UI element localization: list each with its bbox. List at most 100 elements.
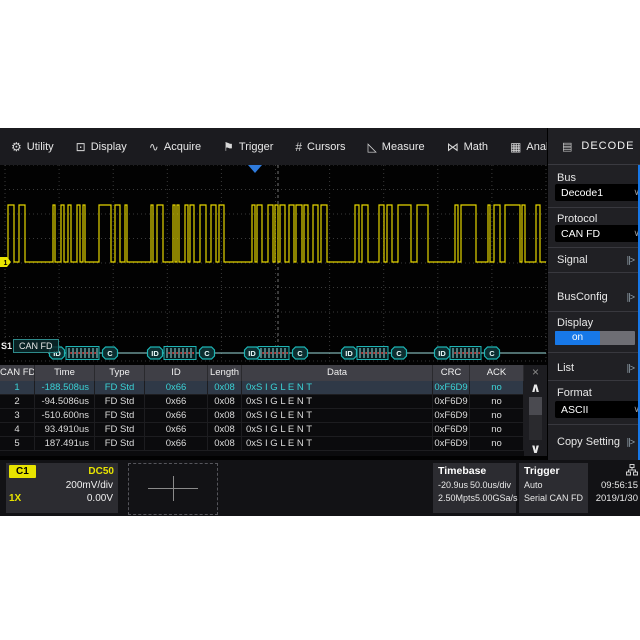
display-toggle[interactable]: on bbox=[555, 331, 635, 345]
math-icon: ⋈ bbox=[447, 140, 459, 154]
decode-crc-badge-label: C bbox=[396, 349, 402, 358]
timebase-scale: 50.0us/div bbox=[470, 480, 511, 490]
menu-item-math[interactable]: ⋈Math bbox=[436, 128, 499, 165]
scrollbar-track[interactable] bbox=[529, 397, 542, 440]
cursors-icon: # bbox=[295, 140, 302, 154]
channel1-marker-label: 1 bbox=[4, 260, 8, 267]
channel1-badge[interactable]: C1 bbox=[9, 465, 36, 478]
cell-data: 0xS I G L E N T bbox=[242, 381, 433, 395]
cell-data: 0xS I G L E N T bbox=[242, 423, 433, 437]
display-icon: ⊡ bbox=[76, 140, 86, 154]
timebase-title: Timebase bbox=[438, 465, 511, 477]
decode-id-badge-label: ID bbox=[248, 349, 256, 358]
trigger-mode: Auto bbox=[524, 480, 543, 490]
timebase-samplerate: 5.00GSa/s bbox=[475, 493, 518, 503]
menu-item-trigger[interactable]: ⚑Trigger bbox=[212, 128, 284, 165]
scroll-up-icon[interactable]: ∧ bbox=[530, 381, 541, 395]
cell-length: 0x08 bbox=[208, 381, 242, 395]
decode-icon: ▤ bbox=[562, 140, 572, 153]
divider bbox=[548, 272, 640, 273]
cell-crc: 0xF6D9 bbox=[433, 381, 470, 395]
menu-item-label: Display bbox=[91, 141, 127, 153]
cell-ack: no bbox=[470, 395, 524, 409]
menu-item-cursors[interactable]: #Cursors bbox=[284, 128, 356, 165]
timebase-panel[interactable]: Timebase -20.9us 50.0us/div 2.50Mpts 5.0… bbox=[433, 463, 516, 513]
table-scrollbar: × ∧ ∨ bbox=[524, 365, 547, 456]
decode-id-badge-label: ID bbox=[438, 349, 446, 358]
flag-icon: ⚑ bbox=[223, 140, 234, 154]
bus-select[interactable]: Decode1 ∨ bbox=[555, 184, 640, 201]
column-header-id: ID bbox=[145, 365, 208, 381]
cell-length: 0x08 bbox=[208, 395, 242, 409]
table-header-row: CAN FDTimeTypeIDLengthDataCRCACK bbox=[0, 365, 524, 381]
menu-bar: ⚙Utility ⊡ Display ∿Acquire⚑Trigger#Cursors… bbox=[0, 128, 640, 165]
cell-id: 0x66 bbox=[145, 423, 208, 437]
column-header-time: Time bbox=[35, 365, 95, 381]
menu-item-acquire[interactable]: ∿Acquire bbox=[138, 128, 212, 165]
column-header-crc: CRC bbox=[433, 365, 470, 381]
channel1-panel[interactable]: C1 DC50 200mV/div 1X 0.00V bbox=[6, 463, 118, 513]
cell-time: -94.5086us bbox=[35, 395, 95, 409]
menu-item-display[interactable]: ⊡ Display bbox=[65, 128, 138, 165]
network-icon[interactable] bbox=[592, 463, 638, 478]
divider bbox=[548, 247, 640, 248]
add-channel-button[interactable] bbox=[128, 463, 218, 515]
table-row[interactable]: 5187.491usFD Std0x660x080xS I G L E N T0… bbox=[0, 437, 524, 451]
bus-label: Bus bbox=[557, 172, 576, 184]
menu-item-measure[interactable]: ◺Measure bbox=[357, 128, 436, 165]
menu-item-utility[interactable]: ⚙Utility bbox=[0, 128, 65, 165]
cell-crc: 0xF6D9 bbox=[433, 409, 470, 423]
copy-setting-menu-item[interactable]: Copy Setting ∥> bbox=[557, 436, 634, 448]
trigger-type: Serial bbox=[524, 493, 547, 503]
cell-length: 0x08 bbox=[208, 409, 242, 423]
menu-item-label: Measure bbox=[382, 141, 425, 153]
protocol-label: Protocol bbox=[557, 213, 597, 225]
scrollbar-thumb[interactable] bbox=[529, 397, 542, 415]
signal-label: Signal bbox=[557, 254, 588, 266]
submenu-arrow-icon: ∥> bbox=[626, 437, 634, 448]
clock-panel: 09:56:15 2019/1/30 bbox=[592, 463, 638, 513]
list-menu-item[interactable]: List ∥> bbox=[557, 362, 634, 374]
cell-type: FD Std bbox=[95, 381, 145, 395]
trigger-panel[interactable]: Trigger Auto Serial CAN FD bbox=[519, 463, 588, 513]
cell-time: -188.508us bbox=[35, 381, 95, 395]
cell-ack: no bbox=[470, 437, 524, 451]
busconfig-menu-item[interactable]: BusConfig ∥> bbox=[557, 291, 634, 303]
analysis-icon: ▦ bbox=[510, 140, 521, 154]
trigger-delay-marker[interactable] bbox=[248, 165, 262, 173]
column-header-ack: ACK bbox=[470, 365, 524, 381]
table-row[interactable]: 493.4910usFD Std0x660x080xS I G L E N T0… bbox=[0, 423, 524, 437]
column-header-data: Data bbox=[242, 365, 433, 381]
cell-crc: 0xF6D9 bbox=[433, 423, 470, 437]
protocol-select-value: CAN FD bbox=[561, 228, 600, 240]
close-icon[interactable]: × bbox=[532, 365, 539, 381]
current-time: 09:56:15 bbox=[592, 480, 638, 491]
channel1-scale: 200mV/div bbox=[6, 478, 118, 491]
menu-items: ⚙Utility ⊡ Display ∿Acquire⚑Trigger#Cursors… bbox=[0, 128, 578, 165]
cell-ack: no bbox=[470, 409, 524, 423]
table-row[interactable]: 2-94.5086usFD Std0x660x080xS I G L E N T… bbox=[0, 395, 524, 409]
cell-ack: no bbox=[470, 381, 524, 395]
scroll-down-icon[interactable]: ∨ bbox=[530, 442, 541, 456]
column-header-length: Length bbox=[208, 365, 242, 381]
protocol-select[interactable]: CAN FD ∨ bbox=[555, 225, 640, 242]
cell-id: 0x66 bbox=[145, 395, 208, 409]
cell-can-fd: 5 bbox=[0, 437, 35, 451]
timebase-memory: 2.50Mpts bbox=[438, 493, 475, 503]
divider bbox=[548, 311, 640, 312]
status-bar: C1 DC50 200mV/div 1X 0.00V Timebase -20.… bbox=[0, 460, 640, 516]
decode-id-badge-label: ID bbox=[151, 349, 159, 358]
decode-panel-header: ▤ DECODE bbox=[548, 128, 640, 165]
menu-item-label: Acquire bbox=[164, 141, 201, 153]
decode-crc-badge-label: C bbox=[489, 349, 495, 358]
trigger-title: Trigger bbox=[524, 465, 583, 477]
display-toggle-on: on bbox=[555, 331, 600, 345]
table-row[interactable]: 3-510.600nsFD Std0x660x080xS I G L E N T… bbox=[0, 409, 524, 423]
signal-menu-item[interactable]: Signal ∥> bbox=[557, 254, 634, 266]
channel1-probe: 1X bbox=[9, 493, 21, 504]
decode-bus-name[interactable]: CAN FD bbox=[13, 339, 59, 353]
decode-list-table: CAN FDTimeTypeIDLengthDataCRCACK 1-188.5… bbox=[0, 365, 547, 456]
timebase-delay: -20.9us bbox=[438, 480, 468, 490]
table-row[interactable]: 1-188.508usFD Std0x660x080xS I G L E N T… bbox=[0, 381, 524, 395]
format-select[interactable]: ASCII ∨ bbox=[555, 401, 640, 418]
